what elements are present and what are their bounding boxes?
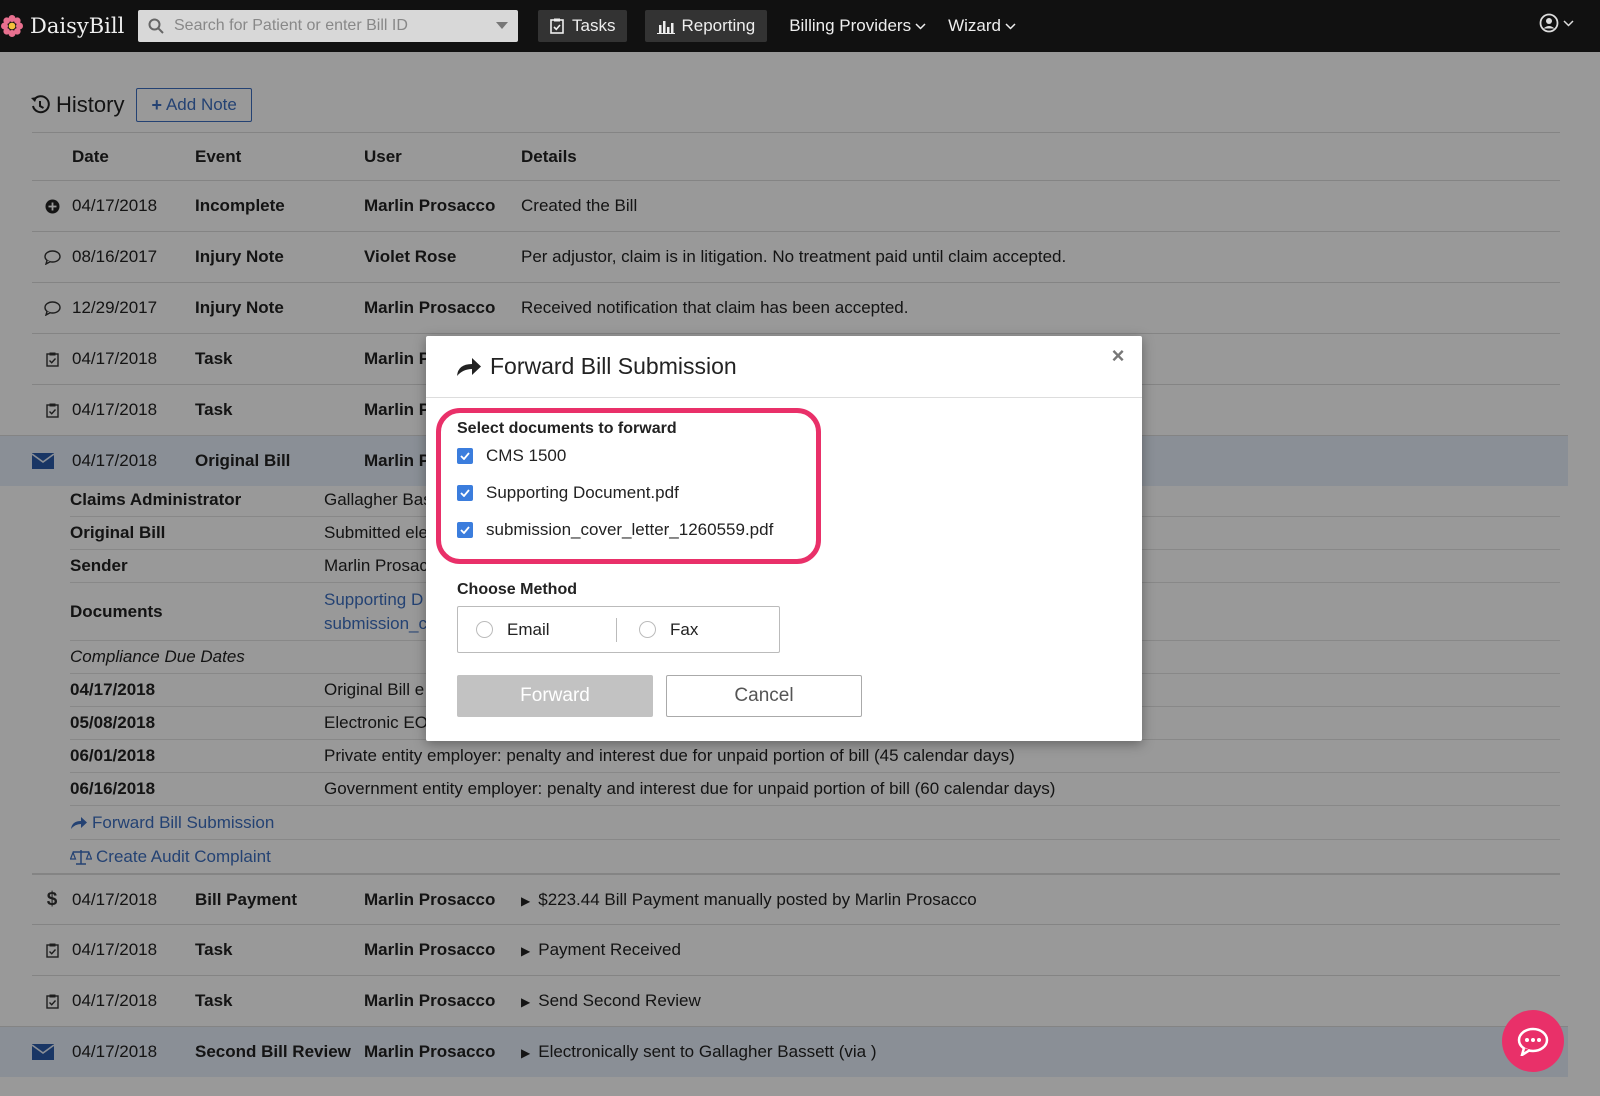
search-icon	[148, 18, 164, 34]
search-box[interactable]	[138, 10, 518, 42]
tasks-label: Tasks	[572, 16, 616, 35]
share-arrow-icon	[457, 357, 481, 376]
tasks-button[interactable]: Tasks	[538, 10, 628, 42]
close-icon[interactable]: ×	[1108, 343, 1128, 368]
forward-button[interactable]: Forward	[457, 675, 653, 717]
document-checkbox-item[interactable]: submission_cover_letter_1260559.pdf	[457, 520, 773, 540]
document-checkbox-item[interactable]: CMS 1500	[457, 446, 566, 466]
document-name: CMS 1500	[486, 446, 567, 465]
document-checkbox-item[interactable]: Supporting Document.pdf	[457, 483, 679, 503]
user-menu[interactable]	[1539, 13, 1574, 33]
clipboard-check-icon	[550, 18, 564, 34]
checkbox-checked-icon[interactable]	[457, 522, 473, 538]
method-divider	[616, 617, 617, 642]
choose-method-label: Choose Method	[457, 581, 577, 598]
document-name: Supporting Document.pdf	[486, 483, 679, 502]
search-input[interactable]	[174, 17, 496, 35]
chevron-down-icon	[915, 22, 926, 30]
chat-button[interactable]	[1502, 1010, 1564, 1072]
bar-chart-icon	[657, 20, 676, 34]
chat-bubble-icon	[1517, 1027, 1549, 1056]
document-name: submission_cover_letter_1260559.pdf	[486, 520, 774, 539]
billing-providers-menu[interactable]: Billing Providers	[789, 16, 926, 36]
forward-bill-modal: Forward Bill Submission × Select documen…	[426, 336, 1142, 741]
chevron-down-icon	[1563, 19, 1574, 27]
method-label: Fax	[670, 619, 699, 639]
method-label: Email	[507, 619, 550, 639]
brand-logo[interactable]: DaisyBill	[0, 14, 130, 38]
checkbox-checked-icon[interactable]	[457, 485, 473, 501]
cancel-button[interactable]: Cancel	[666, 675, 862, 717]
modal-header: Forward Bill Submission	[426, 336, 1142, 398]
reporting-label: Reporting	[681, 16, 756, 35]
method-option-email[interactable]: Email	[476, 620, 616, 640]
user-circle-icon	[1539, 13, 1559, 33]
radio-icon[interactable]	[476, 621, 493, 638]
reporting-button[interactable]: Reporting	[645, 10, 768, 42]
modal-title: Forward Bill Submission	[490, 353, 737, 379]
wizard-label: Wizard	[948, 16, 1001, 35]
method-selector: Email Fax	[457, 606, 780, 653]
radio-icon[interactable]	[639, 621, 656, 638]
brand-name: DaisyBill	[30, 14, 125, 38]
method-option-fax[interactable]: Fax	[639, 620, 698, 640]
select-documents-label: Select documents to forward	[457, 420, 677, 437]
top-navbar: DaisyBill Tasks Reporting Billing Provid…	[0, 0, 1600, 52]
caret-down-icon[interactable]	[496, 22, 508, 30]
daisy-icon	[1, 15, 23, 37]
wizard-menu[interactable]: Wizard	[948, 16, 1016, 36]
checkbox-checked-icon[interactable]	[457, 448, 473, 464]
billing-providers-label: Billing Providers	[789, 16, 912, 35]
chevron-down-icon	[1005, 22, 1016, 30]
